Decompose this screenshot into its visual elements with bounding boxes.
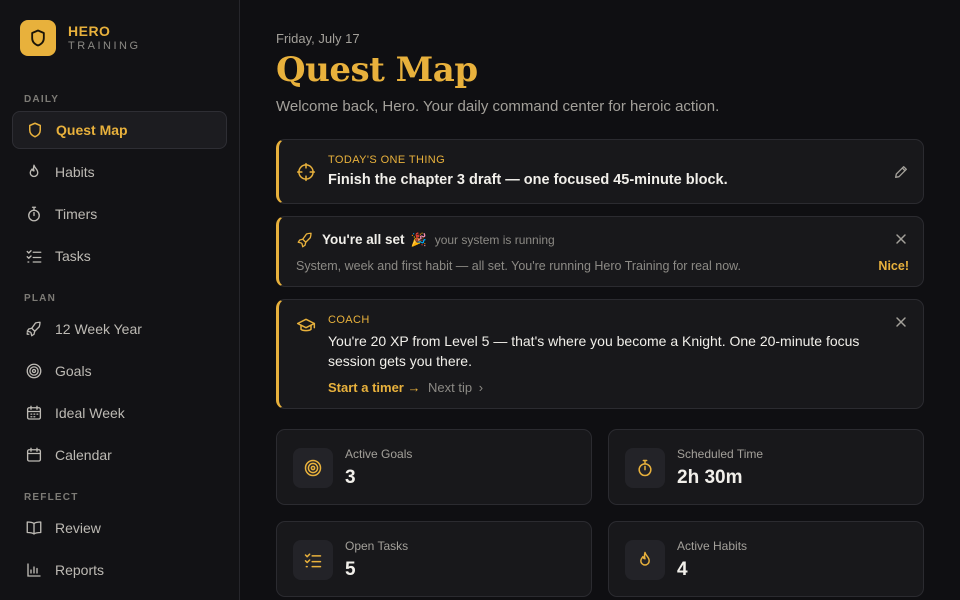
stat-active-goals[interactable]: Active Goals 3	[276, 429, 592, 505]
party-emoji: 🎉	[410, 232, 427, 247]
rocket-icon	[26, 321, 41, 337]
coach-text-line-1: You're 20 XP from Level 5 — that's where…	[328, 333, 860, 349]
sidebar-item-ideal-week[interactable]: Ideal Week	[12, 394, 227, 432]
sidebar: HERO TRAINING DAILY Quest Map Habits Tim…	[0, 0, 240, 600]
sidebar-item-label: Quest Map	[56, 122, 128, 138]
sidebar-item-label: 12 Week Year	[55, 321, 142, 337]
stat-label: Scheduled Time	[677, 447, 764, 461]
close-icon[interactable]	[893, 314, 909, 330]
coach-card: COACH You're 20 XP from Level 5 — that's…	[276, 299, 924, 409]
book-icon	[26, 521, 42, 535]
sidebar-item-quest-map[interactable]: Quest Map	[12, 111, 227, 149]
sidebar-item-timers[interactable]: Timers	[12, 195, 227, 233]
sidebar-item-12-week-year[interactable]: 12 Week Year	[12, 310, 227, 348]
start-timer-link[interactable]: Start a timer →	[328, 380, 420, 395]
one-thing-card: TODAY'S ONE THING Finish the chapter 3 d…	[276, 139, 924, 204]
chevron-right-icon: ›	[478, 380, 484, 395]
stat-label: Active Goals	[345, 447, 413, 461]
flame-icon	[625, 540, 665, 580]
stat-value: 3	[345, 467, 356, 488]
sidebar-item-label: Timers	[55, 206, 98, 222]
stat-label: Open Tasks	[345, 539, 409, 553]
bar-chart-icon	[27, 563, 41, 577]
graduation-cap-icon	[296, 318, 316, 332]
stat-value: 2h 30m	[677, 467, 743, 488]
sidebar-item-label: Habits	[55, 164, 95, 180]
nav-section-reflect: REFLECT	[24, 492, 79, 503]
sidebar-item-habits[interactable]: Habits	[12, 153, 227, 191]
sidebar-item-label: Reports	[55, 562, 105, 578]
sidebar-item-label: Ideal Week	[55, 405, 125, 421]
sidebar-item-reports[interactable]: Reports	[12, 551, 227, 589]
rocket-icon	[297, 232, 312, 248]
crosshair-icon	[296, 162, 316, 182]
calendar-icon	[26, 447, 42, 462]
all-set-card: You're all set 🎉 your system is running …	[276, 216, 924, 287]
next-tip-label: Next tip	[428, 380, 473, 395]
current-date: Friday, July 17	[276, 31, 360, 46]
sidebar-item-goals[interactable]: Goals	[12, 352, 227, 390]
stat-value: 5	[345, 559, 356, 580]
stat-label: Active Habits	[677, 539, 748, 553]
stat-open-tasks[interactable]: Open Tasks 5	[276, 521, 592, 597]
sidebar-item-label: Goals	[55, 363, 92, 379]
nav-section-daily: DAILY	[24, 94, 60, 105]
stat-scheduled-time[interactable]: Scheduled Time 2h 30m	[608, 429, 924, 505]
checklist-icon	[293, 540, 333, 580]
page-title: Quest Map	[276, 50, 478, 90]
shield-icon	[20, 20, 56, 56]
stat-value: 4	[677, 559, 688, 580]
all-set-body: System, week and first habit — all set. …	[296, 259, 741, 273]
nav-section-plan: PLAN	[24, 293, 57, 304]
stopwatch-icon	[28, 206, 40, 222]
one-thing-text: Finish the chapter 3 draft — one focused…	[328, 172, 728, 188]
sidebar-item-label: Tasks	[55, 248, 91, 264]
one-thing-eyebrow: TODAY'S ONE THING	[328, 154, 446, 166]
target-icon	[26, 363, 42, 379]
sidebar-item-tasks[interactable]: Tasks	[12, 237, 227, 275]
checklist-icon	[26, 250, 42, 263]
stopwatch-icon	[625, 448, 665, 488]
sidebar-item-label: Calendar	[55, 447, 112, 463]
coach-text-line-2: session gets you there.	[328, 353, 472, 369]
all-set-status: your system is running	[434, 233, 555, 247]
calendar-grid-icon	[26, 405, 42, 420]
shield-icon	[29, 122, 41, 138]
all-set-title: You're all set	[322, 232, 405, 247]
edit-pencil-icon[interactable]	[893, 164, 909, 180]
coach-eyebrow: COACH	[328, 314, 370, 326]
close-icon[interactable]	[893, 231, 909, 247]
sidebar-item-calendar[interactable]: Calendar	[12, 436, 227, 474]
stat-active-habits[interactable]: Active Habits 4	[608, 521, 924, 597]
nice-button[interactable]: Nice!	[878, 259, 909, 273]
brand-logo[interactable]: HERO TRAINING	[20, 20, 141, 56]
flame-icon	[29, 164, 39, 178]
next-tip-link[interactable]: Next tip ›	[428, 380, 483, 395]
target-icon	[293, 448, 333, 488]
page-subtitle: Welcome back, Hero. Your daily command c…	[276, 98, 720, 115]
sidebar-item-review[interactable]: Review	[12, 509, 227, 547]
sidebar-item-label: Review	[55, 520, 101, 536]
brand-name: HERO	[68, 23, 111, 39]
brand-subtitle: TRAINING	[68, 40, 141, 52]
